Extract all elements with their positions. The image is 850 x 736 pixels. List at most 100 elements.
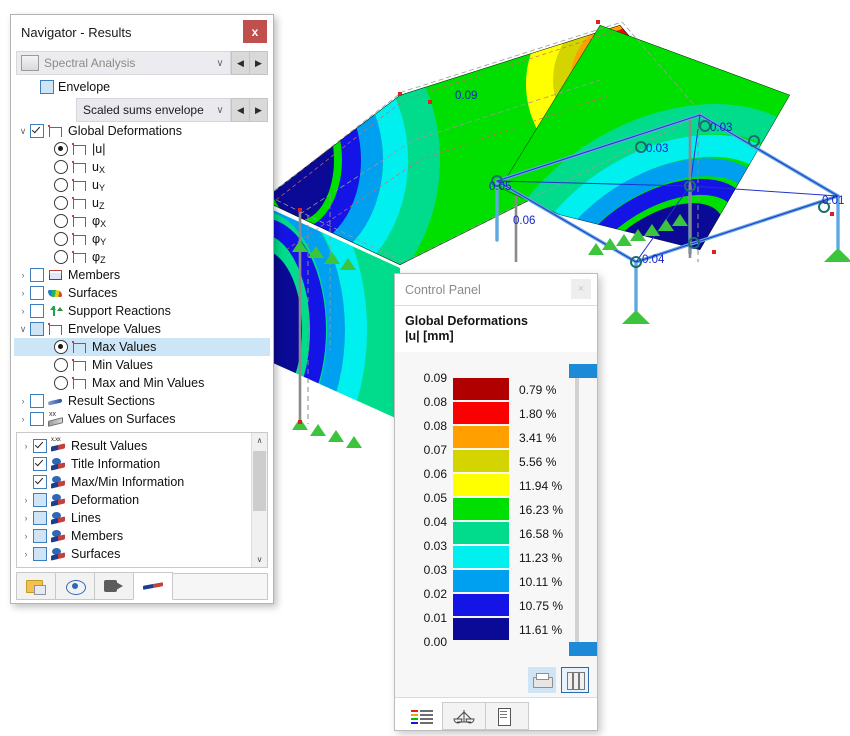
envelope-type-select[interactable]: Scaled sums envelope ∨ xyxy=(76,98,231,122)
checkbox-deformation[interactable] xyxy=(33,493,47,507)
checkbox-surfaces[interactable] xyxy=(30,286,44,300)
tree-item-result-values[interactable]: › Result Values xyxy=(17,437,251,455)
checkbox-max-min-information[interactable] xyxy=(33,475,47,489)
close-icon[interactable]: x xyxy=(243,20,267,43)
tree-item-max-min-information[interactable]: Max/Min Information xyxy=(17,473,251,491)
radio-ux[interactable] xyxy=(54,160,68,174)
tree-item-u-abs[interactable]: |u| xyxy=(14,140,270,158)
chevron-right-icon[interactable]: › xyxy=(19,531,33,541)
checkbox-values-on-surfaces[interactable] xyxy=(30,412,44,426)
chevron-down-icon[interactable]: ∨ xyxy=(210,58,230,69)
checkbox-title-information[interactable] xyxy=(33,457,47,471)
slider-knob-min[interactable] xyxy=(569,642,597,656)
analysis-prev-button[interactable]: ◀ xyxy=(231,51,250,75)
results-tree-top[interactable]: Envelope Scaled sums envelope ∨ ◀ ▶ ∨ Global D… xyxy=(14,75,270,428)
checkbox-support-reactions[interactable] xyxy=(30,304,44,318)
radio-max-values[interactable] xyxy=(54,340,68,354)
checkbox-surfaces-display[interactable] xyxy=(33,547,47,561)
tree-item-phix[interactable]: φX xyxy=(14,212,270,230)
chevron-right-icon[interactable]: › xyxy=(19,549,33,559)
color-scale-legend[interactable]: 0.09 0.08 0.08 0.07 0.06 0.05 0.04 0.03 0.03 0.02… xyxy=(395,352,597,663)
legend-band[interactable] xyxy=(453,570,509,592)
tree-item-deformation[interactable]: › Deformation xyxy=(17,491,251,509)
tree-item-lines[interactable]: › Lines xyxy=(17,509,251,527)
tab-factors[interactable] xyxy=(442,702,486,730)
checkbox-members-display[interactable] xyxy=(33,529,47,543)
legend-band[interactable] xyxy=(453,546,509,568)
analysis-type-select[interactable]: Spectral Analysis ∨ xyxy=(16,51,231,75)
legend-band[interactable] xyxy=(453,402,509,424)
tree-item-max-and-min-values[interactable]: Max and Min Values xyxy=(14,374,270,392)
tree-item-phiy[interactable]: φY xyxy=(14,230,270,248)
tree-item-members-display[interactable]: › Members xyxy=(17,527,251,545)
checkbox-envelope[interactable] xyxy=(40,80,54,94)
scroll-thumb[interactable] xyxy=(253,451,266,511)
checkbox-members[interactable] xyxy=(30,268,44,282)
legend-band[interactable] xyxy=(453,594,509,616)
tree-item-global-deformations[interactable]: ∨ Global Deformations xyxy=(14,122,270,140)
legend-band[interactable] xyxy=(453,378,509,400)
navigator-toolbar[interactable] xyxy=(16,570,268,600)
chevron-right-icon[interactable]: › xyxy=(16,414,30,424)
control-panel-window[interactable]: Control Panel × Global Deformations |u| … xyxy=(394,273,598,731)
chevron-down-icon[interactable]: ∨ xyxy=(210,105,230,116)
checkbox-lines[interactable] xyxy=(33,511,47,525)
tab-display-properties[interactable] xyxy=(485,702,529,730)
display-tree[interactable]: › Result Values Title Information Max/Min… xyxy=(17,433,251,567)
legend-band[interactable] xyxy=(453,498,509,520)
tree-item-uy[interactable]: uY xyxy=(14,176,270,194)
tab-color-scale[interactable] xyxy=(401,704,443,730)
radio-max-and-min-values[interactable] xyxy=(54,376,68,390)
checkbox-envelope-values[interactable] xyxy=(30,322,44,336)
checkbox-global-deformations[interactable] xyxy=(30,124,44,138)
tree-item-support-reactions[interactable]: › Support Reactions xyxy=(14,302,270,320)
print-settings-button[interactable] xyxy=(528,667,556,693)
chevron-right-icon[interactable]: › xyxy=(19,513,33,523)
tree-item-uz[interactable]: uZ xyxy=(14,194,270,212)
tree-item-phiz[interactable]: φZ xyxy=(14,248,270,266)
tree-item-title-information[interactable]: Title Information xyxy=(17,455,251,473)
tree-item-surfaces[interactable]: › Surfaces xyxy=(14,284,270,302)
toolbar-visibility-button[interactable] xyxy=(55,572,95,600)
display-tree-panel[interactable]: › Result Values Title Information Max/Min… xyxy=(16,432,268,568)
envelope-prev-button[interactable]: ◀ xyxy=(231,98,250,122)
radio-phiy[interactable] xyxy=(54,232,68,246)
color-scale-settings-button[interactable] xyxy=(561,667,589,693)
tree-item-ux[interactable]: uX xyxy=(14,158,270,176)
radio-uz[interactable] xyxy=(54,196,68,210)
tree-item-surfaces-display[interactable]: › Surfaces xyxy=(17,545,251,563)
toolbar-folder-button[interactable] xyxy=(16,572,56,600)
display-tree-scrollbar[interactable]: ∧ ∨ xyxy=(251,433,267,567)
legend-band[interactable] xyxy=(453,450,509,472)
chevron-right-icon[interactable]: › xyxy=(19,441,33,451)
legend-band[interactable] xyxy=(453,522,509,544)
control-panel-tabs[interactable] xyxy=(395,697,597,730)
legend-band[interactable] xyxy=(453,474,509,496)
analysis-next-button[interactable]: ▶ xyxy=(250,51,268,75)
chevron-down-icon[interactable]: ∨ xyxy=(16,324,30,335)
chevron-down-icon[interactable]: ∨ xyxy=(16,126,30,137)
slider-knob-max[interactable] xyxy=(569,364,597,378)
tree-item-values-on-surfaces[interactable]: › Values on Surfaces xyxy=(14,410,270,428)
control-panel-actions[interactable] xyxy=(395,663,597,697)
tree-item-envelope[interactable]: Envelope xyxy=(14,78,270,96)
chevron-right-icon[interactable]: › xyxy=(16,396,30,406)
tree-item-max-values[interactable]: Max Values xyxy=(14,338,270,356)
radio-u-abs[interactable] xyxy=(54,142,68,156)
tree-item-min-values[interactable]: Min Values xyxy=(14,356,270,374)
legend-band[interactable] xyxy=(453,618,509,640)
scroll-down-icon[interactable]: ∨ xyxy=(252,552,267,567)
toolbar-results-button[interactable] xyxy=(133,572,173,600)
chevron-right-icon[interactable]: › xyxy=(16,270,30,280)
tree-item-members[interactable]: › Members xyxy=(14,266,270,284)
radio-uy[interactable] xyxy=(54,178,68,192)
close-icon[interactable]: × xyxy=(571,279,591,299)
chevron-right-icon[interactable]: › xyxy=(16,306,30,316)
scroll-up-icon[interactable]: ∧ xyxy=(252,433,267,448)
tree-item-result-sections[interactable]: › Result Sections xyxy=(14,392,270,410)
radio-phix[interactable] xyxy=(54,214,68,228)
navigator-results-window[interactable]: Navigator - Results x Spectral Analysis … xyxy=(10,14,274,604)
toolbar-camera-button[interactable] xyxy=(94,572,134,600)
checkbox-result-sections[interactable] xyxy=(30,394,44,408)
chevron-right-icon[interactable]: › xyxy=(19,495,33,505)
